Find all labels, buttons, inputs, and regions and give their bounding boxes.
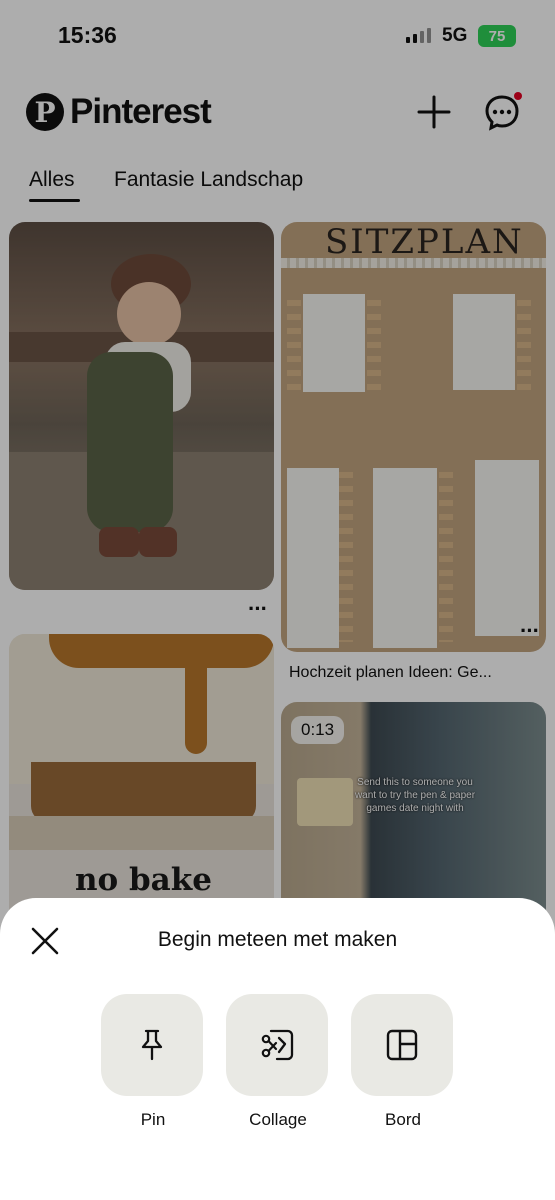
board-option-label: Bord — [385, 1110, 421, 1129]
collage-scissors-icon — [261, 1029, 294, 1061]
pin-option-tile[interactable] — [101, 994, 203, 1096]
pushpin-icon — [141, 1029, 163, 1061]
pin-option-label: Pin — [140, 1110, 166, 1129]
board-option-tile[interactable] — [351, 994, 453, 1096]
create-board-option[interactable]: Bord — [351, 994, 455, 1130]
sheet-title: Begin meteen met maken — [157, 928, 398, 951]
board-layout-icon — [386, 1029, 418, 1061]
pinterest-home-screen: 15:36 5G 75 P Pinterest Alles Fantasie L… — [0, 0, 555, 1200]
collage-option-tile[interactable] — [226, 994, 328, 1096]
create-collage-option[interactable]: Collage — [226, 994, 330, 1130]
create-bottom-sheet: Begin meteen met maken Pin Collage Bord — [0, 898, 555, 1200]
create-pin-option[interactable]: Pin — [101, 994, 205, 1130]
collage-option-label: Collage — [249, 1110, 307, 1129]
